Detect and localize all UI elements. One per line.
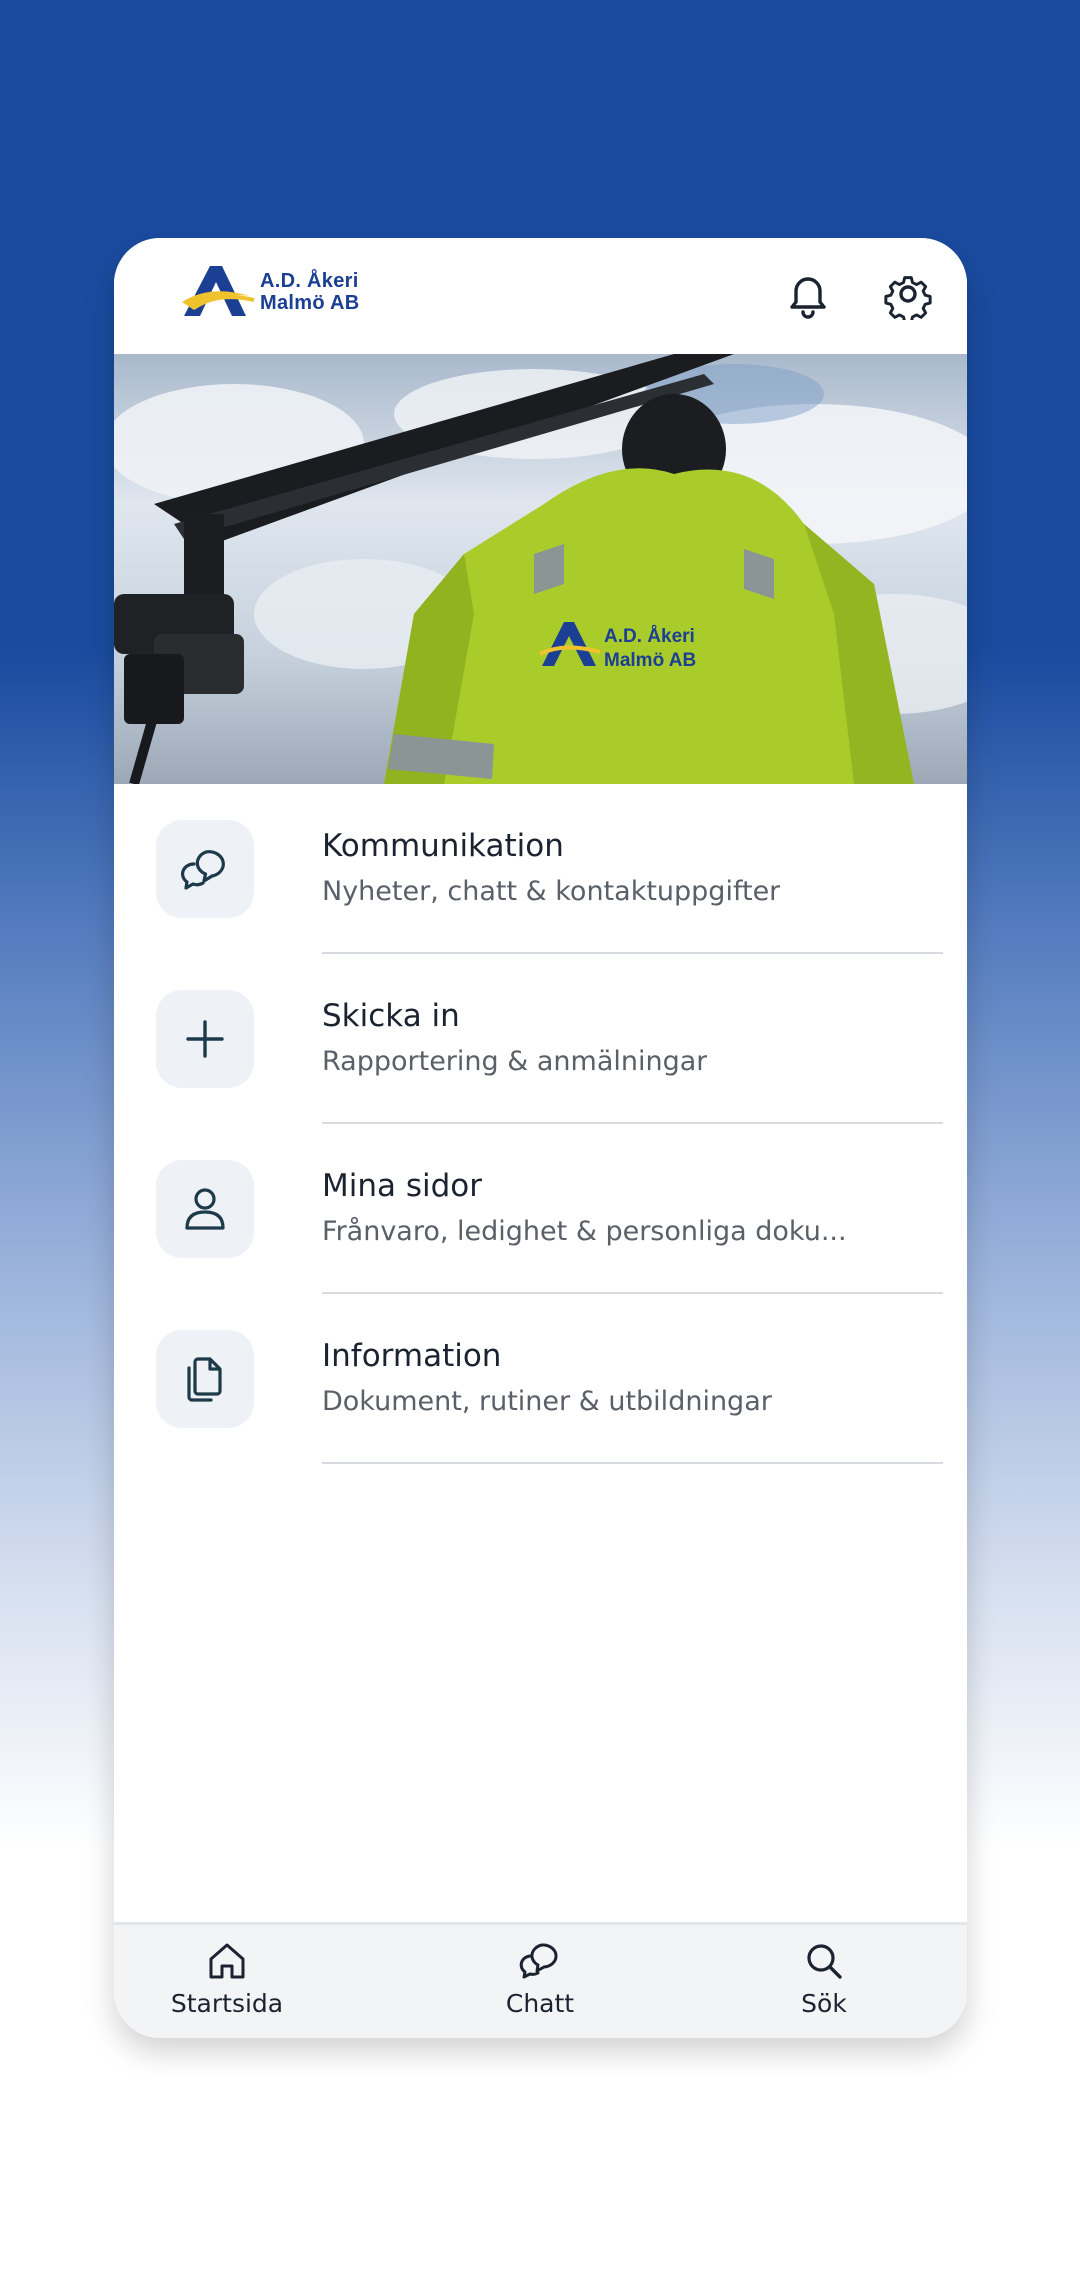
- bell-icon[interactable]: [782, 268, 834, 320]
- hero-image: A.D. Åkeri Malmö AB: [114, 354, 967, 784]
- menu-subtitle: Nyheter, chatt & kontaktuppgifter: [322, 876, 781, 907]
- menu-item-mina-sidor[interactable]: Mina sidor Frånvaro, ledighet & personli…: [114, 1124, 967, 1294]
- logo-line-2: Malmö AB: [260, 292, 360, 314]
- nav-sok[interactable]: Sök: [724, 1939, 924, 2029]
- chat-bubbles-icon: [156, 820, 254, 918]
- app-screen: A.D. Åkeri Malmö AB A.D. Åkeri Malmö AB …: [114, 238, 967, 2038]
- nav-label: Sök: [801, 1989, 847, 2018]
- menu-title: Skicka in: [322, 998, 460, 1034]
- logo-line-1: A.D. Åkeri: [260, 270, 359, 292]
- menu-subtitle: Dokument, rutiner & utbildningar: [322, 1386, 772, 1417]
- jacket-text-1: A.D. Åkeri: [604, 626, 695, 647]
- nav-startsida[interactable]: Startsida: [127, 1939, 327, 2029]
- logo-text: A.D. Åkeri Malmö AB: [260, 270, 359, 314]
- app-header: A.D. Åkeri Malmö AB: [114, 238, 967, 354]
- search-icon: [807, 1944, 842, 1979]
- chat-icon: [519, 1943, 558, 1979]
- main-menu: Kommunikation Nyheter, chatt & kontaktup…: [114, 784, 967, 1464]
- menu-title: Information: [322, 1338, 502, 1374]
- page-background: A.D. Åkeri Malmö AB A.D. Åkeri Malmö AB …: [0, 0, 1080, 2280]
- person-icon: [156, 1160, 254, 1258]
- nav-label: Chatt: [505, 1989, 575, 2018]
- company-logo: A.D. Åkeri Malmö AB: [180, 262, 390, 326]
- menu-subtitle: Frånvaro, ledighet & personliga doku...: [322, 1216, 847, 1247]
- logo-mark-icon: [182, 266, 255, 316]
- bottom-navigation: Startsida Chatt Sök: [114, 1922, 967, 2038]
- menu-item-information[interactable]: Information Dokument, rutiner & utbildni…: [114, 1294, 967, 1464]
- menu-item-skicka-in[interactable]: Skicka in Rapportering & anmälningar: [114, 954, 967, 1124]
- menu-subtitle: Rapportering & anmälningar: [322, 1046, 708, 1077]
- home-icon: [209, 1943, 245, 1979]
- menu-title: Mina sidor: [322, 1168, 483, 1204]
- gear-icon[interactable]: [882, 268, 934, 324]
- documents-icon: [156, 1330, 254, 1428]
- hero-illustration: A.D. Åkeri Malmö AB: [114, 354, 967, 784]
- plus-icon: [156, 990, 254, 1088]
- divider: [322, 1462, 943, 1464]
- nav-label: Startsida: [170, 1989, 284, 2018]
- menu-item-kommunikation[interactable]: Kommunikation Nyheter, chatt & kontaktup…: [114, 784, 967, 954]
- jacket-text-2: Malmö AB: [604, 650, 696, 671]
- menu-title: Kommunikation: [322, 828, 564, 864]
- nav-chatt[interactable]: Chatt: [440, 1939, 640, 2029]
